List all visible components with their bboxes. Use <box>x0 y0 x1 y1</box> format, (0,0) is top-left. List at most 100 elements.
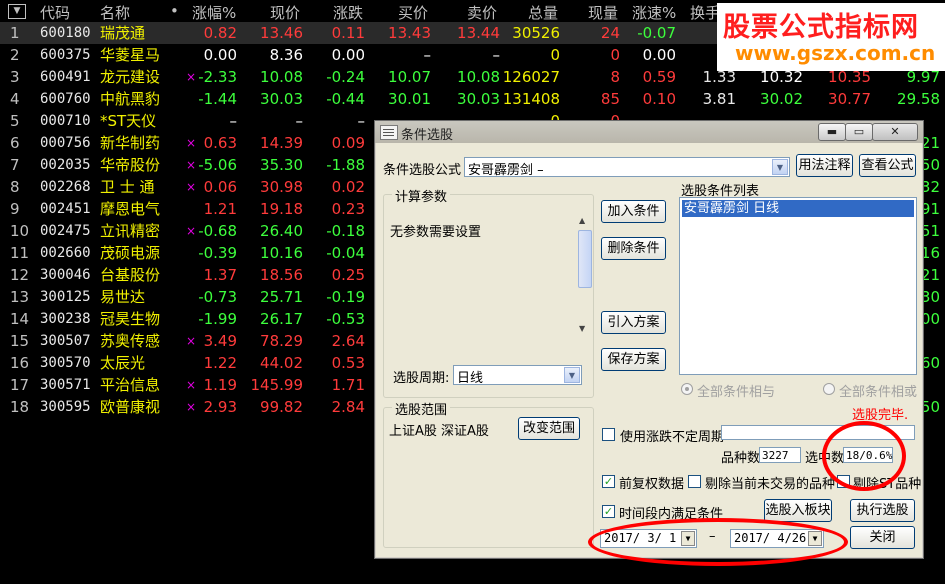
change: -0.19 <box>326 288 365 306</box>
row-index: 7 <box>10 156 20 174</box>
period-select[interactable]: 日线 ▼ <box>453 365 582 386</box>
uncertain-period-label: 使用涨跌不定周期 <box>620 430 725 445</box>
row-index: 11 <box>10 244 30 262</box>
scroll-thumb[interactable] <box>578 230 592 288</box>
col-cur[interactable]: 现量 <box>588 2 618 23</box>
change: 0.25 <box>331 266 365 284</box>
volume: 0 <box>550 46 560 64</box>
radio-or[interactable] <box>823 383 835 395</box>
stock-name: 新华制药 <box>100 134 161 152</box>
change-pct: -0.39 <box>198 244 237 262</box>
table-row[interactable]: 4 600760 中航黑豹 -1.44 30.03 -0.44 30.01 30.03 1314… <box>0 88 945 110</box>
change-pct: -5.06 <box>198 156 237 174</box>
scroll-down-icon[interactable]: ▼ <box>579 324 585 333</box>
status-text: 选股完毕. <box>852 408 909 423</box>
save-plan-button[interactable]: 保存方案 <box>601 348 666 371</box>
close-button[interactable]: 关闭 <box>850 526 915 549</box>
date-from-value: 2017/ 3/ 1 <box>604 531 677 545</box>
selected-label: 选中数 <box>805 451 845 466</box>
current-vol: 85 <box>600 90 620 108</box>
scroll-up-icon[interactable]: ▲ <box>579 216 585 225</box>
stock-code: 002475 <box>40 223 91 239</box>
stock-code: 002660 <box>40 245 91 261</box>
chevron-down-icon[interactable]: ▼ <box>808 531 822 546</box>
row-index: 8 <box>10 178 20 196</box>
volume: 126027 <box>502 68 560 86</box>
exclude-untraded-label: 剔除当前未交易的品种 <box>705 477 836 492</box>
fav-mark: × <box>186 224 197 238</box>
stock-code: 600760 <box>40 91 91 107</box>
import-plan-button[interactable]: 引入方案 <box>601 311 666 334</box>
price: 18.56 <box>260 266 303 284</box>
col-price[interactable]: 现价 <box>270 2 300 23</box>
stock-code: 300570 <box>40 355 91 371</box>
price: 44.02 <box>260 354 303 372</box>
stock-name: 卫 士 通 <box>100 178 155 196</box>
col-diff[interactable]: 涨跌 <box>333 2 363 23</box>
watermark-title: 股票公式指标网 <box>723 12 919 43</box>
change-pct: 0.06 <box>203 178 237 196</box>
current-vol: 8 <box>610 68 620 86</box>
period-condition-checkbox[interactable]: ✓ <box>602 505 615 518</box>
formula-label: 条件选股公式 <box>383 163 462 178</box>
exclude-untraded-checkbox[interactable] <box>688 475 701 488</box>
turnover: 3.81 <box>702 90 736 108</box>
col-vol[interactable]: 总量 <box>528 2 558 23</box>
col-bid[interactable]: 买价 <box>398 2 428 23</box>
dialog-titlebar[interactable]: 条件选股 ▬ ▭ ✕ <box>375 121 923 143</box>
col-code[interactable]: 代码 <box>40 2 70 23</box>
uncertain-period-box <box>721 425 915 440</box>
exclude-st-checkbox[interactable] <box>837 475 850 488</box>
radio-and[interactable] <box>681 383 693 395</box>
date-to-picker[interactable]: 2017/ 4/26 ▼ <box>730 529 824 548</box>
col-spd[interactable]: 涨速% <box>632 2 676 23</box>
window-icon <box>380 125 398 140</box>
date-from-picker[interactable]: 2017/ 3/ 1 ▼ <box>600 529 697 548</box>
change-range-button[interactable]: 改变范围 <box>518 417 580 440</box>
uncertain-period-checkbox[interactable] <box>602 428 615 441</box>
formula-select[interactable]: 安哥霹雳剑 – ▼ <box>464 157 790 178</box>
triangle-down-icon[interactable]: ▼ <box>8 4 26 19</box>
bid-price: 30.01 <box>388 90 431 108</box>
col-name[interactable]: 名称 <box>100 2 130 23</box>
view-formula-button[interactable]: 查看公式 <box>859 154 916 177</box>
condition-dialog: 条件选股 ▬ ▭ ✕ 条件选股公式 安哥霹雳剑 – ▼ 用法注释 查看公式 计算… <box>374 120 924 559</box>
stock-code: 000710 <box>40 113 91 129</box>
col-chg[interactable]: 涨幅% <box>192 2 236 23</box>
chevron-down-icon[interactable]: ▼ <box>772 159 788 175</box>
change-pct: 1.37 <box>203 266 237 284</box>
col-ask[interactable]: 卖价 <box>467 2 497 23</box>
minimize-icon[interactable]: ▬ <box>818 123 846 141</box>
change-pct: 3.49 <box>203 332 237 350</box>
row-index: 15 <box>10 332 30 350</box>
change: 1.71 <box>331 376 365 394</box>
stock-code: 600180 <box>40 25 91 41</box>
period-condition-label: 时间段内满足条件 <box>619 507 724 522</box>
row-index: 3 <box>10 68 20 86</box>
watermark: 股票公式指标网 www.gszx.com.cn <box>717 3 945 71</box>
pre-adjust-checkbox[interactable]: ✓ <box>602 475 615 488</box>
add-to-board-button[interactable]: 选股入板块 <box>764 499 832 522</box>
run-selection-button[interactable]: 执行选股 <box>850 499 915 522</box>
change-pct: -2.33 <box>198 68 237 86</box>
date-separator: – <box>709 529 716 544</box>
close-icon[interactable]: ✕ <box>872 123 918 141</box>
speed: 0.59 <box>642 68 676 86</box>
params-scrollbar[interactable]: ▲ ▼ <box>577 216 592 333</box>
col-turn[interactable]: 换手 <box>690 2 720 23</box>
condition-list[interactable]: 安哥霹雳剑 日线 <box>679 197 917 375</box>
change-pct: 1.22 <box>203 354 237 372</box>
chevron-down-icon[interactable]: ▼ <box>681 531 695 546</box>
fav-mark: × <box>186 158 197 172</box>
price: 99.82 <box>260 398 303 416</box>
add-condition-button[interactable]: 加入条件 <box>601 200 666 223</box>
watermark-url: www.gszx.com.cn <box>735 41 936 65</box>
list-item[interactable]: 安哥霹雳剑 日线 <box>682 200 914 217</box>
current-vol: 24 <box>600 24 620 42</box>
chevron-down-icon[interactable]: ▼ <box>564 367 580 383</box>
stock-name: 华帝股份 <box>100 156 161 174</box>
delete-condition-button[interactable]: 删除条件 <box>601 237 666 260</box>
usage-button[interactable]: 用法注释 <box>796 154 853 177</box>
maximize-icon[interactable]: ▭ <box>845 123 873 141</box>
row-index: 9 <box>10 200 20 218</box>
